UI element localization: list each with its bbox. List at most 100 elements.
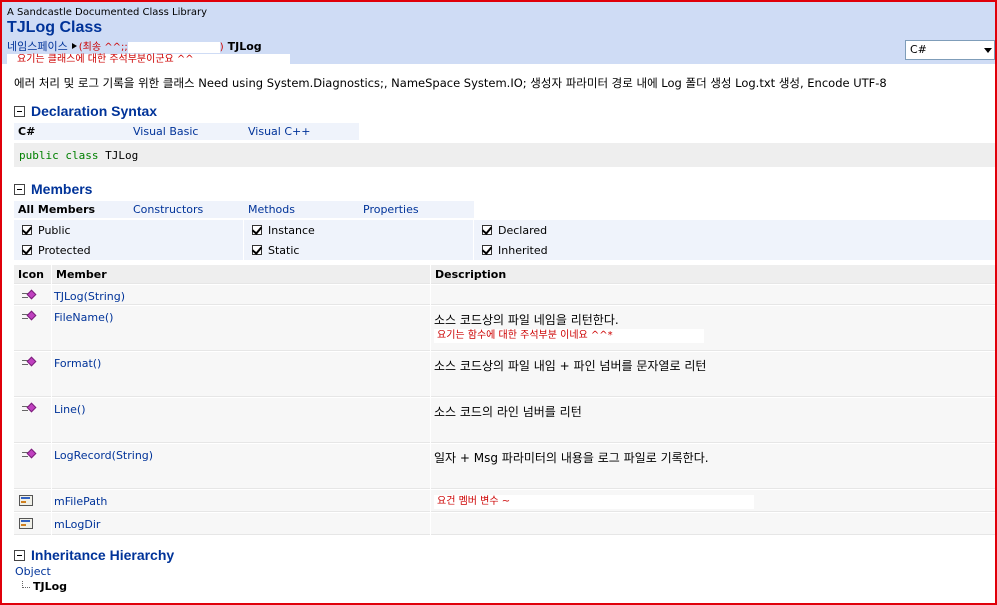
checkbox-checked-icon[interactable]: [252, 225, 262, 235]
checkbox-checked-icon[interactable]: [252, 245, 262, 255]
inheritance-root-link[interactable]: Object: [15, 565, 51, 578]
member-link[interactable]: FileName(): [54, 311, 113, 324]
checkbox-checked-icon[interactable]: [22, 245, 32, 255]
filter-inherited[interactable]: Inherited: [474, 240, 995, 260]
column-header-icon: Icon: [14, 265, 51, 284]
row-desc-cell: 소스 코드상의 파일 네임을 리턴한다. 요기는 함수에 대한 주석부분 이네요…: [431, 306, 995, 351]
filter-label: Declared: [498, 223, 548, 237]
tab-visual-cpp[interactable]: Visual C++: [244, 123, 359, 140]
member-note: 요기는 함수에 대한 주석부분 이네요 ^^*: [434, 329, 704, 343]
filter-label: Static: [268, 243, 300, 257]
row-icon-cell: [14, 352, 51, 397]
row-desc-cell: 요건 멤버 변수 ~: [431, 490, 995, 512]
tab-methods[interactable]: Methods: [244, 201, 359, 218]
inheritance-child-label: TJLog: [33, 580, 68, 593]
method-icon: [22, 289, 38, 301]
checkbox-checked-icon[interactable]: [22, 225, 32, 235]
redacted-area: [127, 41, 220, 53]
language-select[interactable]: C#: [905, 40, 995, 60]
class-summary: 에러 처리 및 로그 기록을 위한 클래스 Need using System.…: [14, 76, 887, 90]
tree-connector-icon: [22, 581, 30, 588]
member-description: 소스 코드의 라인 넘버를 리턴: [434, 405, 582, 419]
table-row: TJLog(String): [14, 285, 995, 305]
declaration-code: public class TJLog: [14, 143, 995, 167]
member-note: 요건 멤버 변수 ~: [434, 495, 754, 509]
class-note: 요기는 클래스에 대한 주석부분이군요 ^^: [7, 54, 290, 66]
member-description: 소스 코드상의 파일 네임을 리턴한다.: [434, 313, 619, 327]
row-member-cell: mFilePath: [52, 490, 430, 512]
member-link[interactable]: mFilePath: [54, 495, 107, 508]
tab-visual-basic[interactable]: Visual Basic: [129, 123, 244, 140]
row-desc-cell: [431, 513, 995, 535]
section-declaration-title: Declaration Syntax: [31, 103, 158, 119]
row-member-cell: mLogDir: [52, 513, 430, 535]
row-desc-cell: [431, 285, 995, 305]
row-icon-cell: [14, 398, 51, 443]
collapse-icon[interactable]: [14, 183, 25, 195]
checkbox-checked-icon[interactable]: [482, 245, 492, 255]
filter-label: Protected: [38, 243, 91, 257]
breadcrumb-arrow-icon: [71, 43, 77, 49]
section-declaration[interactable]: Declaration Syntax: [14, 103, 157, 119]
namespace-note-close: ): [219, 42, 224, 53]
filter-label: Inherited: [498, 243, 548, 257]
page-title: TJLog Class: [7, 19, 103, 36]
filter-label: Public: [38, 223, 71, 237]
collapse-icon[interactable]: [14, 549, 25, 561]
column-header-description: Description: [431, 265, 995, 284]
row-icon-cell: [14, 513, 51, 535]
member-tabs: All Members Constructors Methods Propert…: [14, 201, 474, 218]
row-member-cell: Format(): [52, 352, 430, 397]
table-row: mLogDir: [14, 513, 995, 535]
filter-declared[interactable]: Declared: [474, 220, 995, 240]
table-row: FileName() 소스 코드상의 파일 네임을 리턴한다. 요기는 함수에 …: [14, 306, 995, 351]
tab-all-members[interactable]: All Members: [14, 201, 129, 218]
table-row: mFilePath 요건 멤버 변수 ~: [14, 490, 995, 512]
member-filters: Public Protected Instance Static Declare…: [14, 220, 995, 260]
row-icon-cell: [14, 285, 51, 305]
row-icon-cell: [14, 306, 51, 351]
member-link[interactable]: LogRecord(String): [54, 449, 153, 462]
library-title: A Sandcastle Documented Class Library: [7, 7, 207, 18]
section-members-title: Members: [31, 181, 93, 197]
checkbox-checked-icon[interactable]: [482, 225, 492, 235]
member-link[interactable]: Line(): [54, 403, 86, 416]
section-inheritance[interactable]: Inheritance Hierarchy: [14, 547, 174, 563]
member-link[interactable]: TJLog(String): [54, 290, 125, 303]
breadcrumb-class: TJLog: [227, 40, 262, 53]
section-members[interactable]: Members: [14, 181, 92, 197]
tab-constructors[interactable]: Constructors: [129, 201, 244, 218]
code-class-name: TJLog: [105, 149, 139, 162]
section-inheritance-title: Inheritance Hierarchy: [31, 547, 175, 563]
row-member-cell: Line(): [52, 398, 430, 443]
breadcrumb: 네임스페이스 (최송 ^^;;) TJLog: [7, 38, 262, 54]
member-link[interactable]: mLogDir: [54, 518, 100, 531]
method-icon: [22, 356, 38, 368]
filter-protected[interactable]: Protected: [14, 240, 243, 260]
row-member-cell: FileName(): [52, 306, 430, 351]
member-link[interactable]: Format(): [54, 357, 101, 370]
language-tabs: C# Visual Basic Visual C++: [14, 123, 359, 140]
filter-instance[interactable]: Instance: [244, 220, 473, 240]
method-icon: [22, 310, 38, 322]
namespace-link[interactable]: 네임스페이스: [7, 40, 68, 53]
tab-properties[interactable]: Properties: [359, 201, 474, 218]
field-icon: [19, 518, 33, 529]
row-member-cell: LogRecord(String): [52, 444, 430, 489]
filter-public[interactable]: Public: [14, 220, 243, 240]
member-description: 일자 + Msg 파라미터의 내용을 로그 파일로 기록한다.: [434, 451, 709, 465]
table-row: Format() 소스 코드상의 파일 내임 + 파인 넘버를 문자열로 리턴: [14, 352, 995, 397]
row-desc-cell: 소스 코드상의 파일 내임 + 파인 넘버를 문자열로 리턴: [431, 352, 995, 397]
field-icon: [19, 495, 33, 506]
table-row: LogRecord(String) 일자 + Msg 파라미터의 내용을 로그 …: [14, 444, 995, 489]
filter-static[interactable]: Static: [244, 240, 473, 260]
row-icon-cell: [14, 490, 51, 512]
collapse-icon[interactable]: [14, 105, 25, 117]
tab-csharp[interactable]: C#: [14, 123, 129, 140]
member-description: 소스 코드상의 파일 내임 + 파인 넘버를 문자열로 리턴: [434, 359, 707, 373]
method-icon: [22, 402, 38, 414]
method-icon: [22, 448, 38, 460]
row-member-cell: TJLog(String): [52, 285, 430, 305]
row-icon-cell: [14, 444, 51, 489]
table-row: Line() 소스 코드의 라인 넘버를 리턴: [14, 398, 995, 443]
